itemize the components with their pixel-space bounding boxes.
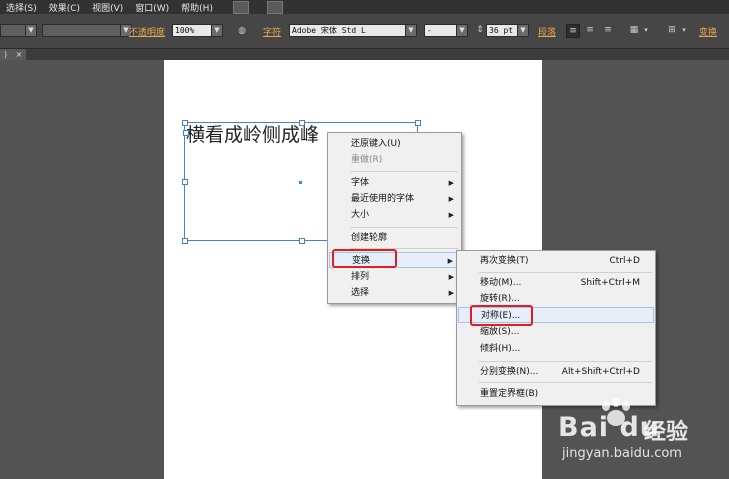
menu-divider <box>350 227 458 228</box>
chevron-right-icon: ▶ <box>448 273 454 281</box>
submenu-item-move[interactable]: 移动(M)... Shift+Ctrl+M <box>458 275 654 291</box>
context-menu: 还原键入(U) 重做(R) 字体 ▶ 最近使用的字体 ▶ 大小 ▶ 创建轮廓 变换 ▶ … <box>327 132 462 304</box>
menu-item-redo: 重做(R) <box>351 155 383 165</box>
menu-item-undo-typing[interactable]: 还原键入(U) <box>329 136 460 152</box>
menu-view[interactable]: 视图(V) <box>86 1 129 14</box>
align-right-icon[interactable]: ≡ <box>602 24 614 36</box>
menu-item-size[interactable]: 大小 ▶ <box>329 207 460 223</box>
annotation-highlight-reflect <box>470 305 533 326</box>
chevron-down-icon[interactable]: ▾ <box>678 24 690 36</box>
chevron-right-icon: ▶ <box>448 211 454 219</box>
submenu-item-scale[interactable]: 缩放(S)... <box>458 324 654 340</box>
menu-select[interactable]: 选择(S) <box>0 1 43 14</box>
menu-window[interactable]: 窗口(W) <box>129 1 175 14</box>
chevron-down-icon: ▼ <box>25 25 36 36</box>
stroke-weight-dropdown[interactable]: ▼ <box>0 24 37 37</box>
annotation-highlight-transform <box>332 249 397 268</box>
chevron-down-icon: ▼ <box>211 25 222 36</box>
menu-divider <box>479 272 652 273</box>
menu-divider <box>479 382 652 383</box>
menu-divider <box>350 171 458 172</box>
recolor-icon[interactable]: ◍ <box>236 25 248 37</box>
bridge-icon[interactable] <box>232 0 249 14</box>
transform-submenu: 再次变换(T) Ctrl+D 移动(M)... Shift+Ctrl+M 旋转(R)… <box>456 250 656 406</box>
chevron-down-icon: ▼ <box>517 25 528 36</box>
watermark-logo-cn: 经验 <box>644 420 689 445</box>
center-point <box>299 181 302 184</box>
align-objects-icon[interactable]: ⊞ <box>666 24 678 36</box>
character-label[interactable]: 字符 <box>263 25 281 38</box>
opacity-dropdown[interactable]: ▼ <box>211 24 223 37</box>
selection-handle[interactable] <box>299 120 305 126</box>
chevron-down-icon[interactable]: ▾ <box>640 24 652 36</box>
chevron-down-icon: ▼ <box>456 25 467 36</box>
font-family-input[interactable]: Adobe 宋体 Std L <box>289 24 417 37</box>
control-bar: ▼ ▼ 不透明度 100% ▼ ◍ 字符 Adobe 宋体 Std L ▼ - … <box>0 14 729 49</box>
document-tab[interactable]: ) × <box>0 49 27 60</box>
chevron-right-icon: ▶ <box>447 257 453 265</box>
font-style-dropdown[interactable]: ▼ <box>456 24 468 37</box>
variable-width-dropdown[interactable]: ▼ <box>42 24 132 37</box>
submenu-item-transform-again[interactable]: 再次变换(T) Ctrl+D <box>458 253 654 269</box>
close-icon[interactable]: × <box>16 50 23 59</box>
menu-item-font[interactable]: 字体 ▶ <box>329 175 460 191</box>
text-anchor-handle[interactable] <box>183 130 189 136</box>
selection-handle[interactable] <box>182 238 188 244</box>
tab-title: ) <box>4 50 8 59</box>
document-tab-bar: ) × <box>0 49 729 60</box>
submenu-item-transform-each[interactable]: 分别变换(N)... Alt+Shift+Ctrl+D <box>458 364 654 380</box>
font-size-dropdown[interactable]: ▼ <box>517 24 529 37</box>
opacity-label[interactable]: 不透明度 <box>129 25 165 38</box>
font-family-dropdown[interactable]: ▼ <box>405 24 417 37</box>
selection-handle[interactable] <box>299 238 305 244</box>
menu-item-recent-fonts[interactable]: 最近使用的字体 ▶ <box>329 191 460 207</box>
paragraph-label[interactable]: 段落 <box>538 25 556 38</box>
transform-label[interactable]: 变换 <box>699 25 717 38</box>
arrange-documents-icon[interactable] <box>266 0 283 14</box>
menu-help[interactable]: 帮助(H) <box>175 1 219 14</box>
menu-divider <box>479 361 652 362</box>
chevron-right-icon: ▶ <box>448 195 454 203</box>
align-center-icon[interactable]: ≡ <box>584 24 596 36</box>
envelope-distort-icon[interactable]: ▦ <box>628 24 640 36</box>
selection-handle[interactable] <box>182 179 188 185</box>
selection-handle[interactable] <box>182 120 188 126</box>
menu-item-create-outlines[interactable]: 创建轮廓 <box>329 230 460 246</box>
selection-handle[interactable] <box>415 120 421 126</box>
chevron-right-icon: ▶ <box>448 179 454 187</box>
menu-effect[interactable]: 效果(C) <box>43 1 86 14</box>
menu-bar: 选择(S) 效果(C) 视图(V) 窗口(W) 帮助(H) <box>0 0 729 14</box>
watermark-url: jingyan.baidu.com <box>562 446 682 461</box>
watermark: Bai du 经验 jingyan.baidu.com <box>558 404 728 474</box>
menu-item-arrange[interactable]: 排列 ▶ <box>329 269 460 285</box>
align-left-icon[interactable]: ≡ <box>566 24 580 38</box>
chevron-down-icon: ▼ <box>405 25 416 36</box>
menu-item-select[interactable]: 选择 ▶ <box>329 285 460 301</box>
chevron-right-icon: ▶ <box>448 289 454 297</box>
font-size-stepper-icon[interactable]: ⇕ <box>474 24 486 36</box>
submenu-item-shear[interactable]: 倾斜(H)... <box>458 341 654 357</box>
